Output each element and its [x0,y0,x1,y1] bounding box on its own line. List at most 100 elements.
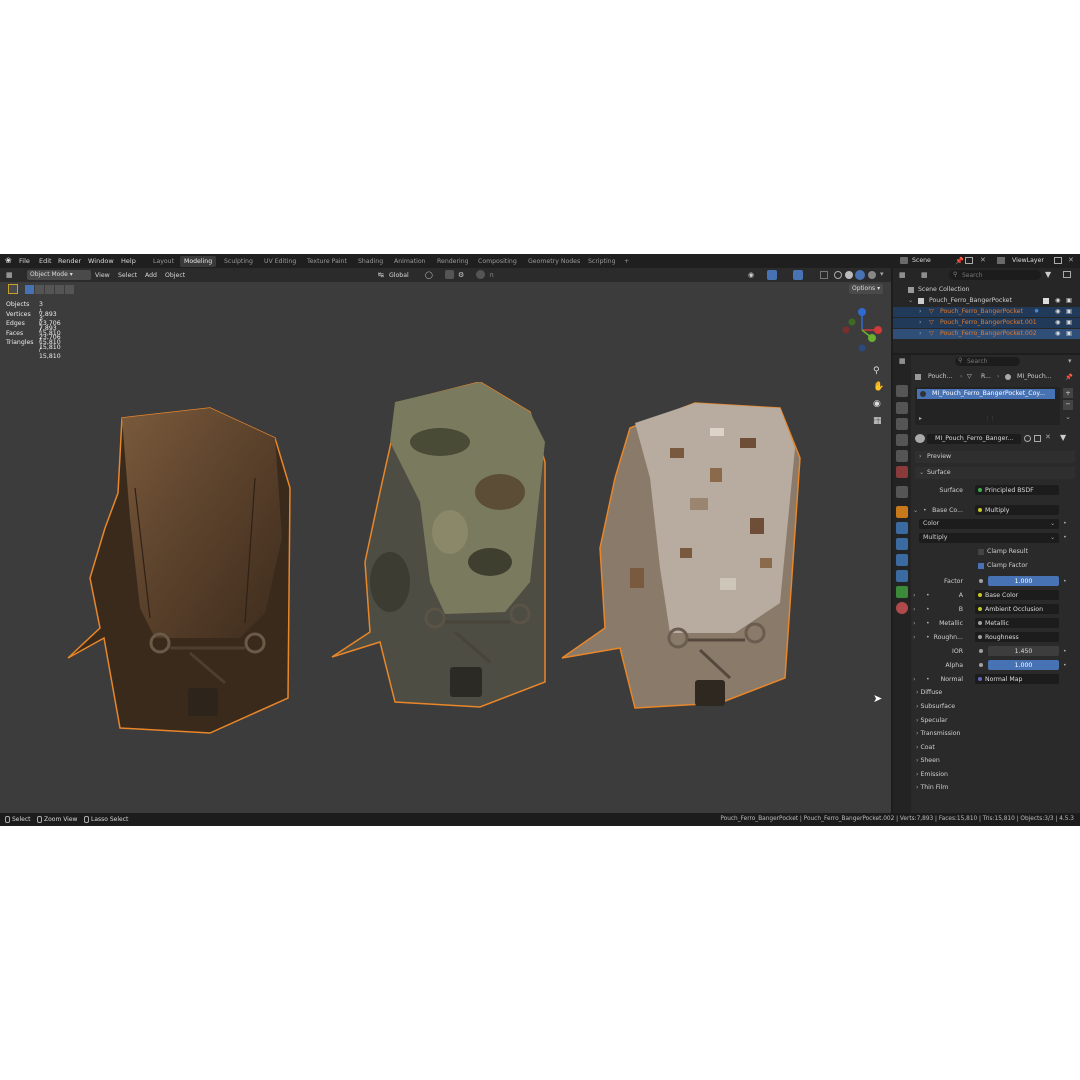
section-emission[interactable]: › Emission [916,771,948,778]
metallic-input-field[interactable]: Metallic [975,618,1059,628]
a-input-field[interactable]: Base Color [975,590,1059,600]
material-slot-list[interactable]: MI_Pouch_Ferro_BangerPocket_Coy... ▸ ⋮⋮ [915,387,1060,425]
outliner-collection[interactable]: ⌄ Pouch_Ferro_BangerPocket ◉ ▣ [893,296,1080,306]
delete-scene-icon[interactable]: ✕ [980,256,986,264]
collapse-chevron-icon[interactable]: › [913,674,915,685]
tab-scripting[interactable]: Scripting [584,256,620,267]
eye-icon[interactable]: ◉ [1055,329,1060,339]
transform-orientation-icon[interactable]: ↹ [378,271,384,279]
ior-field[interactable]: 1.450 [988,646,1059,656]
base-color-field[interactable]: Multiply [975,505,1059,515]
render-tab-icon[interactable] [896,402,908,414]
outliner-object-0[interactable]: › ▽ Pouch_Ferro_BangerPocket ✸ ◉ ▣ [893,307,1080,317]
outliner-object-2[interactable]: › ▽ Pouch_Ferro_BangerPocket.002 ◉ ▣ [893,329,1080,339]
overlay-toggle-icon[interactable] [793,270,803,280]
outliner-editor-icon[interactable]: ▦ [899,271,906,279]
visibility-icon[interactable]: ◉ [748,271,754,279]
material-tab-icon[interactable] [896,602,908,614]
collapse-chevron-icon[interactable]: › [913,604,915,615]
pin-icon[interactable]: 📌 [1065,373,1073,381]
tab-modeling[interactable]: Modeling [180,256,217,267]
panel-surface[interactable]: ⌄ Surface [915,467,1075,479]
unlink-material-icon[interactable]: ✕ [1045,433,1051,441]
camera-icon[interactable]: ▣ [1066,296,1072,306]
factor-slider[interactable]: 1.000 [988,576,1059,586]
xray-toggle-icon[interactable] [820,271,828,279]
menu-view[interactable]: View [95,272,110,279]
panel-preview[interactable]: › Preview [915,451,1075,463]
add-workspace-button[interactable]: + [620,256,633,267]
gizmo-toggle-icon[interactable] [767,270,777,280]
new-scene-icon[interactable] [965,257,973,264]
expand-chevron-icon[interactable]: ⌄ [913,505,918,516]
pouch-model-digital-desert[interactable] [560,388,810,718]
blend-mode-dropdown[interactable]: Multiply ⌄ [919,533,1059,543]
camera-view-icon[interactable]: ◉ [873,399,881,409]
proportional-edit-icon[interactable] [476,270,485,279]
tab-sculpting[interactable]: Sculpting [220,256,257,267]
tab-compositing[interactable]: Compositing [474,256,521,267]
menu-object[interactable]: Object [165,272,185,279]
perspective-grid-icon[interactable]: ▦ [873,416,882,426]
normal-input-field[interactable]: Normal Map [975,674,1059,684]
view-layer-icon[interactable] [997,257,1005,264]
wireframe-shading-icon[interactable] [834,271,842,279]
view-layer-selector[interactable]: ViewLayer [1012,257,1044,264]
world-tab-icon[interactable] [896,466,908,478]
material-filter-icon[interactable]: ▼ [1060,433,1066,442]
constraints-tab-icon[interactable] [896,570,908,582]
tab-texture-paint[interactable]: Texture Paint [303,256,351,267]
outliner-search-field[interactable]: ⚲ Search [949,270,1041,280]
material-name-field[interactable]: MI_Pouch_Ferro_Banger... [927,434,1021,444]
menu-select[interactable]: Select [118,272,137,279]
pouch-model-multicam[interactable] [330,382,560,718]
section-subsurface[interactable]: › Subsurface [916,703,955,710]
collection-tab-icon[interactable] [896,486,908,498]
physics-tab-icon[interactable] [896,554,908,566]
transform-orientation-selector[interactable]: Global [389,272,409,279]
snap-target-icon[interactable]: ⚙ [458,271,464,279]
add-slot-button[interactable]: + [1063,388,1073,398]
tab-uv-editing[interactable]: UV Editing [260,256,300,267]
editor-type-icon[interactable]: ▦ [6,271,13,279]
clamp-result-checkbox[interactable]: Clamp Result [978,548,1068,558]
snap-icon[interactable] [445,270,454,279]
menu-window[interactable]: Window [88,257,114,265]
rendered-shading-icon[interactable] [868,271,876,279]
select-mode-subtract-icon[interactable] [45,285,54,294]
tab-animation[interactable]: Animation [390,256,430,267]
mix-data-type-dropdown[interactable]: Color ⌄ [919,519,1059,529]
slot-menu-icon[interactable]: ⌄ [1065,413,1071,421]
scene-tab-icon[interactable] [896,450,908,462]
select-mode-intersect-icon[interactable] [65,285,74,294]
checkbox-icon[interactable] [1043,298,1049,304]
properties-editor-icon[interactable]: ▦ [899,357,906,365]
menu-render[interactable]: Render [58,257,81,265]
camera-icon[interactable]: ▣ [1066,318,1072,328]
outliner-filter-icon[interactable]: ▼ [1045,270,1051,279]
section-sheen[interactable]: › Sheen [916,757,940,764]
material-browse-icon[interactable] [915,434,925,443]
delete-view-layer-icon[interactable]: ✕ [1068,256,1074,264]
eye-icon[interactable]: ◉ [1055,318,1060,328]
output-tab-icon[interactable] [896,418,908,430]
pivot-icon[interactable]: ◯ [425,271,433,279]
tool-tab-icon[interactable] [896,385,908,397]
zoom-icon[interactable]: ⚲ [873,366,880,376]
view-layer-tab-icon[interactable] [896,434,908,446]
blender-logo-icon[interactable]: ❀ [5,256,12,265]
new-view-layer-icon[interactable] [1054,257,1062,264]
clamp-factor-checkbox[interactable]: Clamp Factor [978,562,1068,572]
camera-icon[interactable]: ▣ [1066,307,1072,317]
outliner-scene-collection[interactable]: Scene Collection [893,285,1080,295]
3d-viewport[interactable]: ▦ Object Mode ▾ View Select Add Object ↹… [0,268,891,813]
collapse-chevron-icon[interactable]: › [913,590,915,601]
navigation-gizmo[interactable] [836,304,888,356]
section-thin-film[interactable]: › Thin Film [916,784,948,791]
pouch-model-coyote[interactable] [60,398,300,738]
remove-slot-button[interactable]: − [1063,400,1073,410]
outliner-filter-mode-icon[interactable]: ▦ [921,271,928,279]
new-collection-icon[interactable] [1063,271,1071,278]
pin-icon[interactable]: 📌 [955,257,964,265]
menu-help[interactable]: Help [121,257,136,265]
